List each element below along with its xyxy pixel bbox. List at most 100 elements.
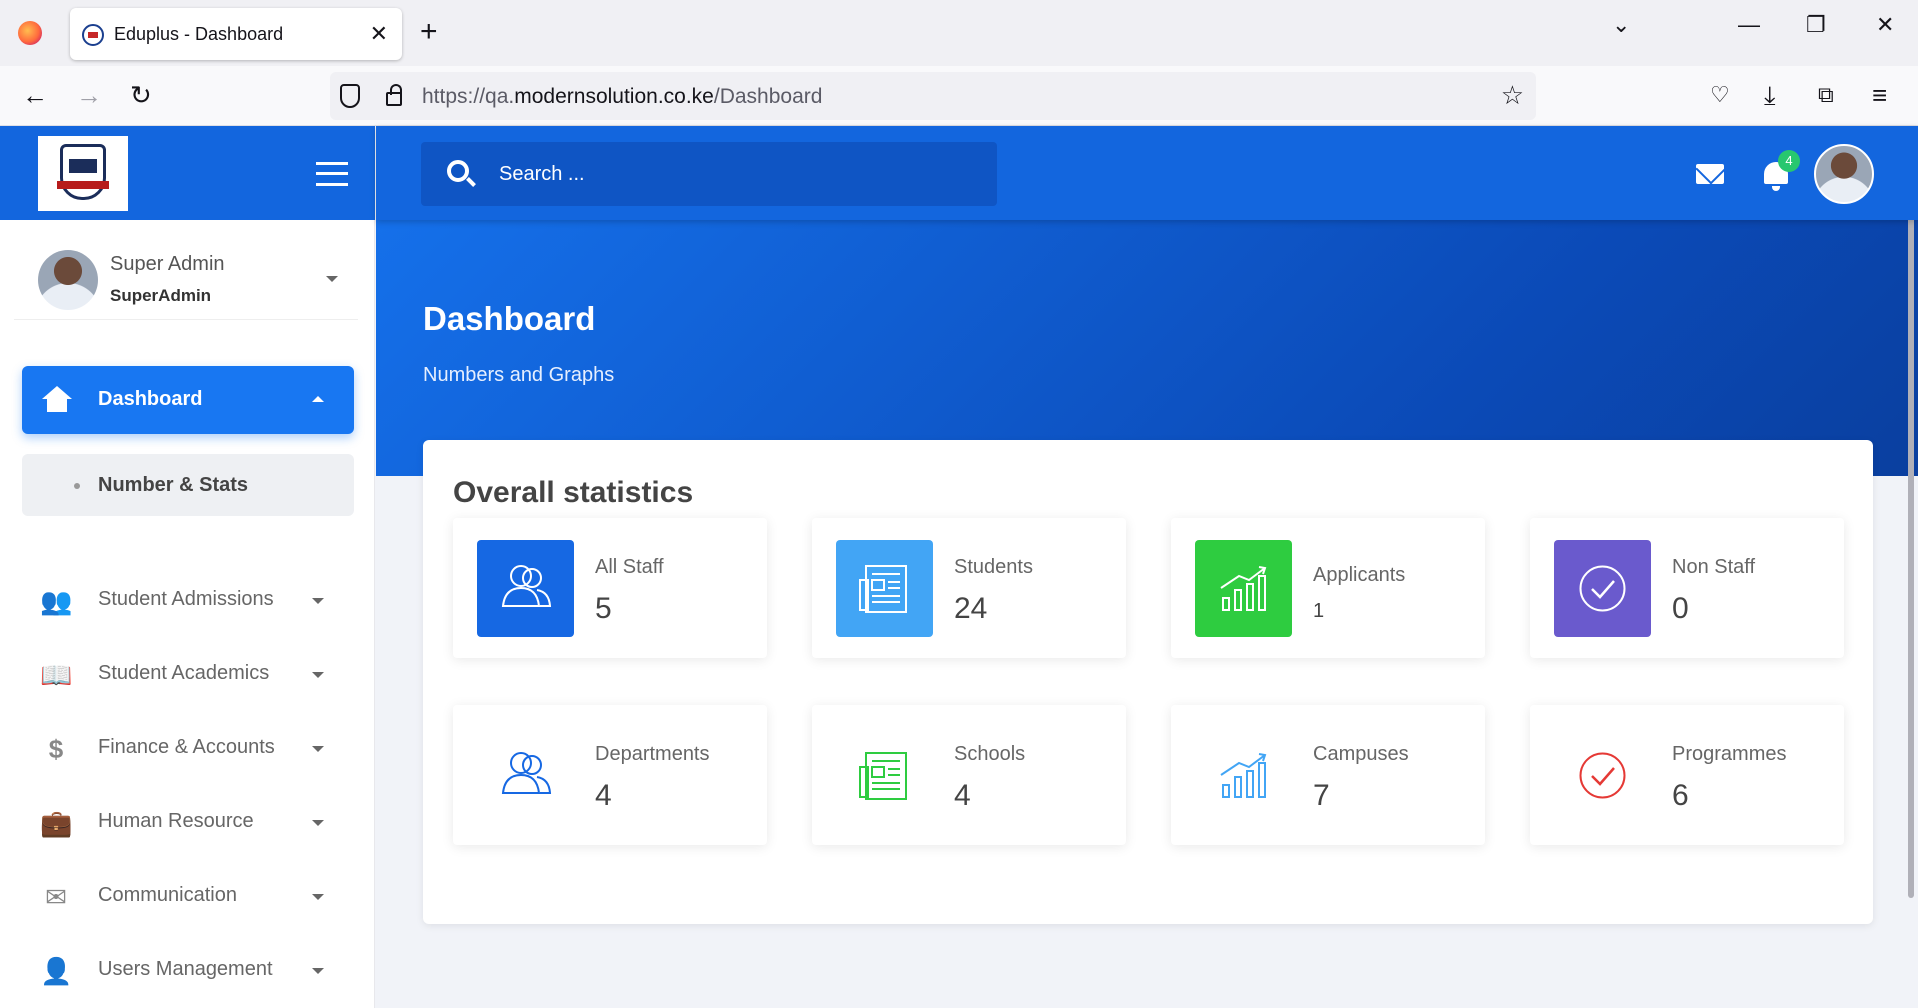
sidebar-item-label: Human Resource <box>98 810 254 832</box>
menu-icon[interactable]: ≡ <box>1872 80 1887 110</box>
chevron-down-icon <box>312 746 324 752</box>
address-bar[interactable]: https://qa.modernsolution.co.ke/Dashboar… <box>330 72 1536 120</box>
check-circle-icon <box>1579 752 1626 799</box>
url-text[interactable]: https://qa.modernsolution.co.ke/Dashboar… <box>422 85 822 109</box>
minimize-button[interactable]: — <box>1738 12 1760 38</box>
stat-value: 4 <box>954 779 971 812</box>
stat-label: Non Staff <box>1672 556 1756 578</box>
avatar[interactable] <box>1814 144 1874 204</box>
shield-icon[interactable] <box>340 84 360 108</box>
stat-card-non-staff[interactable]: Non Staff 0 <box>1530 518 1844 658</box>
stat-value: 4 <box>595 779 612 812</box>
chevron-down-icon <box>312 672 324 678</box>
stat-label: All Staff <box>595 556 664 578</box>
sidebar-item-label: Student Academics <box>98 662 270 684</box>
sidebar-item-label: Users Management <box>98 958 273 980</box>
tab-close-icon[interactable]: ✕ <box>370 21 388 47</box>
search-input[interactable] <box>499 158 979 190</box>
stat-icon-box <box>1195 540 1292 637</box>
home-icon <box>42 386 72 412</box>
hamburger-icon[interactable] <box>316 162 348 186</box>
downloads-icon[interactable]: ⤓ <box>1764 80 1776 110</box>
user-name: Super Admin <box>110 253 225 275</box>
user-profile[interactable]: Super Admin SuperAdmin <box>14 220 358 320</box>
close-window-button[interactable]: ✕ <box>1876 12 1894 38</box>
chevron-down-icon[interactable] <box>326 276 338 282</box>
stat-card-schools[interactable]: Schools 4 <box>812 705 1126 845</box>
sidebar-item-student-admissions[interactable]: 👥 Student Admissions <box>22 572 354 628</box>
sidebar: Super Admin SuperAdmin Dashboard Number … <box>0 126 375 1008</box>
dollar-icon: $ <box>48 734 64 764</box>
bookmark-star-icon[interactable]: ☆ <box>1501 80 1524 111</box>
envelope-icon: ✉ <box>45 882 67 912</box>
chevron-down-icon <box>312 894 324 900</box>
newspaper-icon <box>859 752 907 800</box>
sidebar-item-human-resource[interactable]: 💼 Human Resource <box>22 794 354 850</box>
brand-bar <box>0 126 375 220</box>
new-tab-button[interactable]: + <box>420 14 438 50</box>
sidebar-item-student-academics[interactable]: 📖 Student Academics <box>22 646 354 702</box>
pocket-icon[interactable]: ♡ <box>1710 80 1730 110</box>
stat-label: Departments <box>595 743 710 765</box>
hero-banner: Dashboard Numbers and Graphs <box>376 220 1918 476</box>
briefcase-icon: 💼 <box>40 808 73 838</box>
stat-icon-box <box>1195 727 1292 824</box>
chevron-down-icon <box>312 598 324 604</box>
sidebar-item-users-management[interactable]: 👤 Users Management <box>22 942 354 998</box>
sidebar-item-label: Dashboard <box>98 388 203 410</box>
stat-label: Campuses <box>1313 743 1409 765</box>
main-content: 4 Dashboard Numbers and Graphs Overall s… <box>376 126 1918 1008</box>
browser-tab[interactable]: Eduplus - Dashboard ✕ <box>70 8 402 60</box>
stat-label: Programmes <box>1672 743 1787 765</box>
panel-title: Overall statistics <box>453 476 694 509</box>
users-icon: 👥 <box>40 586 73 616</box>
lock-icon[interactable] <box>386 84 402 106</box>
site-favicon-icon <box>82 24 104 46</box>
page-subtitle: Numbers and Graphs <box>423 364 615 386</box>
top-bar: 4 <box>376 126 1918 220</box>
stat-card-students[interactable]: Students 24 <box>812 518 1126 658</box>
users-icon <box>501 752 552 794</box>
restore-button[interactable]: ❐ <box>1806 12 1826 38</box>
tab-title: Eduplus - Dashboard <box>114 24 284 44</box>
bullet-icon <box>74 483 80 489</box>
firefox-icon[interactable] <box>18 21 42 45</box>
stat-card-campuses[interactable]: Campuses 7 <box>1171 705 1485 845</box>
sidebar-subitem-label: Number & Stats <box>98 474 249 496</box>
stat-card-applicants[interactable]: Applicants 1 <box>1171 518 1485 658</box>
stat-icon-box <box>836 540 933 637</box>
sidebar-item-label: Student Admissions <box>98 588 274 610</box>
extensions-icon[interactable]: ⧉ <box>1818 80 1834 110</box>
browser-navigation-bar: ← → ↻ https://qa.modernsolution.co.ke/Da… <box>0 66 1918 126</box>
sidebar-item-communication[interactable]: ✉ Communication <box>22 868 354 924</box>
stat-label: Students <box>954 556 1033 578</box>
sidebar-item-label: Communication <box>98 884 237 906</box>
app: Super Admin SuperAdmin Dashboard Number … <box>0 126 1918 1008</box>
back-icon[interactable]: ← <box>22 80 48 110</box>
stat-card-all-staff[interactable]: All Staff 5 <box>453 518 767 658</box>
list-all-tabs-icon[interactable]: ⌄ <box>1612 12 1630 38</box>
sidebar-item-dashboard[interactable]: Dashboard <box>22 366 354 434</box>
sidebar-item-finance-accounts[interactable]: $ Finance & Accounts <box>22 720 354 776</box>
page-scrollbar[interactable] <box>1908 138 1914 898</box>
search-box[interactable] <box>421 142 997 206</box>
avatar <box>38 250 98 310</box>
mail-icon[interactable] <box>1696 164 1724 184</box>
statistics-panel: Overall statistics All Staff 5 Students … <box>423 440 1873 924</box>
browser-tab-bar: Eduplus - Dashboard ✕ + ⌄ — ❐ ✕ <box>0 0 1918 66</box>
sidebar-item-label: Finance & Accounts <box>98 736 275 758</box>
chevron-up-icon <box>312 396 324 402</box>
reload-icon[interactable]: ↻ <box>130 80 152 110</box>
stat-value: 1 <box>1313 600 1325 622</box>
stat-card-programmes[interactable]: Programmes 6 <box>1530 705 1844 845</box>
stat-label: Applicants <box>1313 564 1406 586</box>
stat-card-departments[interactable]: Departments 4 <box>453 705 767 845</box>
chart-icon <box>1220 753 1267 798</box>
search-icon[interactable] <box>447 160 469 182</box>
user-icon: 👤 <box>40 956 73 986</box>
university-logo[interactable] <box>38 136 128 211</box>
sidebar-subitem-number-stats[interactable]: Number & Stats <box>22 454 354 516</box>
notification-badge[interactable]: 4 <box>1778 150 1800 172</box>
forward-icon[interactable]: → <box>76 80 102 110</box>
check-circle-icon <box>1579 565 1626 612</box>
